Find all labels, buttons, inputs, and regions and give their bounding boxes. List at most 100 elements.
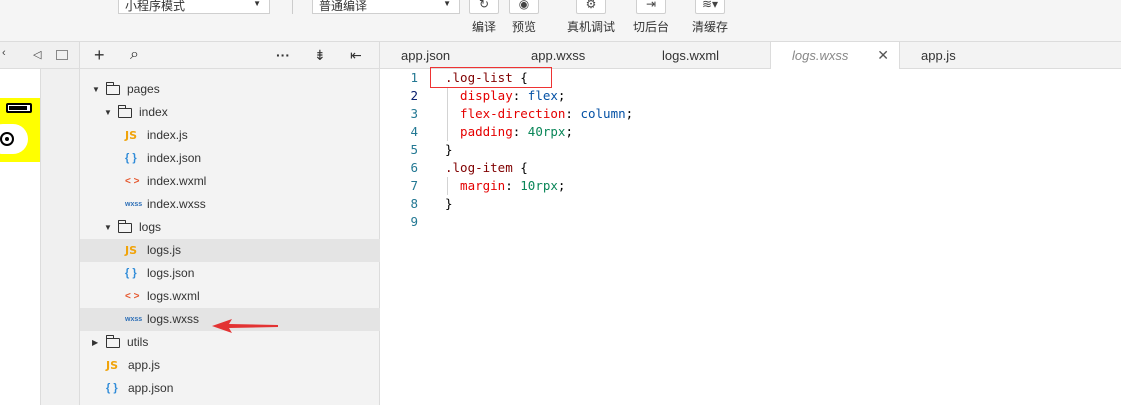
tree-item-logs-js[interactable]: JS logs.js — [80, 239, 380, 262]
eye-icon-glyph: ◉ — [518, 0, 530, 11]
tree-item-utils[interactable]: ▶ utils — [80, 331, 380, 354]
wxml-file-icon: < > — [125, 291, 140, 302]
line-number: 7 — [410, 178, 418, 193]
code-token: } — [445, 196, 453, 211]
tab-label: logs.wxss — [792, 48, 849, 63]
code-token: flex — [527, 88, 558, 103]
tree-item-label: logs.json — [147, 266, 195, 280]
refresh-icon-glyph: ↻ — [478, 0, 490, 11]
simulator-divider — [40, 69, 41, 405]
tab-app-js[interactable]: app.js — [900, 42, 1010, 69]
compile-select[interactable]: 普通编译 ▼ — [312, 0, 460, 14]
tree-item-label: index — [139, 105, 168, 119]
chevron-left-icon[interactable]: ‹ — [2, 47, 6, 59]
tree-item-logs-json[interactable]: { } logs.json — [80, 262, 380, 285]
tree-item-logs-wxml[interactable]: < > logs.wxml — [80, 285, 380, 308]
editor-tabs: app.json app.wxss logs.wxml logs.wxss ✕ app.j… — [380, 42, 1121, 70]
code-token: : — [512, 88, 528, 103]
folder-icon — [106, 82, 120, 95]
volume-icon[interactable]: ◁ — [33, 48, 41, 61]
json-file-icon: { } — [106, 382, 118, 394]
tree-item-pages[interactable]: ▼ pages — [80, 78, 380, 101]
tool-refresh[interactable]: ↻ 编译 — [462, 0, 506, 35]
line-number: 6 — [410, 160, 418, 175]
code-text: margin: 10rpx; — [445, 177, 565, 195]
tree-item-label: index.wxml — [147, 174, 207, 188]
explorer-header: + ⌕ ··· ⇟ ⇤ — [80, 42, 380, 69]
code-text: padding: 40rpx; — [445, 123, 573, 141]
code-line[interactable]: 6 .log-item { — [380, 159, 1121, 177]
bug-icon-glyph: ⚙ — [585, 0, 597, 11]
tab-app-wxss[interactable]: app.wxss — [510, 42, 641, 69]
tool-label: 预览 — [511, 20, 536, 34]
tree-item-index-wxml[interactable]: < > index.wxml — [80, 170, 380, 193]
tool-switch[interactable]: ⇥ 切后台 — [629, 0, 673, 35]
code-token: flex-direction — [445, 106, 566, 121]
tab-logs-wxml[interactable]: logs.wxml — [641, 42, 770, 69]
more-icon[interactable]: ··· — [276, 46, 290, 64]
tree-item-index[interactable]: ▼ index — [80, 101, 380, 124]
annotation-box — [430, 67, 552, 88]
code-text: .log-item { — [445, 159, 528, 177]
chevron-right-icon[interactable]: ▶ — [92, 331, 98, 354]
tree-item-index-js[interactable]: JS index.js — [80, 124, 380, 147]
close-icon[interactable]: ✕ — [877, 42, 889, 69]
code-token: ; — [557, 178, 566, 193]
code-line[interactable]: 5} — [380, 141, 1121, 159]
simulator-navbar — [0, 98, 40, 162]
tree-item-logs[interactable]: ▼ logs — [80, 216, 380, 239]
layers-icon: ≋▾ — [695, 0, 725, 14]
mode-select[interactable]: 小程序模式 ▼ — [118, 0, 270, 14]
code-text: } — [445, 141, 453, 159]
simulator-panel: ◁ ‹ — [0, 42, 80, 405]
switch-icon: ⇥ — [636, 0, 666, 14]
line-number: 5 — [410, 142, 418, 157]
layers-icon-glyph: ≋▾ — [701, 0, 719, 11]
mode-select-value: 小程序模式 — [125, 0, 186, 13]
code-line[interactable]: 2 display: flex; — [380, 87, 1121, 105]
code-line[interactable]: 4 padding: 40rpx; — [380, 123, 1121, 141]
chevron-down-icon[interactable]: ▼ — [104, 101, 112, 124]
tree-item-index-json[interactable]: { } index.json — [80, 147, 380, 170]
folder-icon — [106, 335, 120, 348]
tab-label: app.wxss — [531, 48, 586, 63]
code-editor[interactable]: 1 .log-list {2 display: flex; 3 flex-direc… — [380, 67, 1121, 405]
chevron-down-icon: ▼ — [253, 0, 261, 8]
tree-item-label: app.js — [128, 358, 161, 372]
code-line[interactable]: 7 margin: 10rpx; — [380, 177, 1121, 195]
add-file-icon[interactable]: + — [94, 46, 105, 64]
bug-icon: ⚙ — [576, 0, 606, 14]
eye-icon: ◉ — [509, 0, 539, 14]
chevron-down-icon[interactable]: ▼ — [104, 216, 112, 239]
capsule-button[interactable] — [0, 124, 28, 154]
collapse-icon[interactable]: ⇤ — [350, 46, 362, 64]
tree-item-index-wxss[interactable]: wxss index.wxss — [80, 193, 380, 216]
code-token: : — [505, 178, 521, 193]
line-number: 3 — [410, 106, 418, 121]
switch-icon-glyph: ⇥ — [645, 0, 657, 11]
tool-layers[interactable]: ≋▾ 清缓存 — [688, 0, 732, 35]
code-line[interactable]: 8} — [380, 195, 1121, 213]
tab-logs-wxss[interactable]: logs.wxss ✕ — [770, 42, 900, 70]
tree-item-app-json[interactable]: { } app.json — [80, 377, 380, 400]
window-icon[interactable] — [56, 50, 68, 60]
code-line[interactable]: 9 — [380, 213, 1121, 231]
tab-label: app.json — [401, 48, 451, 63]
search-icon[interactable]: ⌕ — [130, 46, 139, 64]
tool-eye[interactable]: ◉ 预览 — [502, 0, 546, 35]
tab-app-json[interactable]: app.json — [380, 42, 510, 69]
refresh-icon: ↻ — [469, 0, 499, 14]
code-token: : — [565, 106, 581, 121]
tool-label: 切后台 — [632, 20, 669, 34]
file-tree: ▼ pages ▼ index JS index.js{ } index.json < > in… — [80, 78, 380, 400]
tool-bug[interactable]: ⚙ 真机调试 — [566, 0, 616, 35]
code-line[interactable]: 1 .log-list { — [380, 67, 1121, 88]
line-number: 8 — [410, 196, 418, 211]
tree-item-label: logs.wxss — [147, 312, 200, 326]
chevron-down-icon[interactable]: ▼ — [92, 78, 100, 101]
tree-item-label: logs.wxml — [147, 289, 200, 303]
code-token: ; — [557, 88, 566, 103]
code-line[interactable]: 3 flex-direction: column; — [380, 105, 1121, 123]
tree-item-app-js[interactable]: JS app.js — [80, 354, 380, 377]
sort-icon[interactable]: ⇟ — [314, 46, 326, 64]
